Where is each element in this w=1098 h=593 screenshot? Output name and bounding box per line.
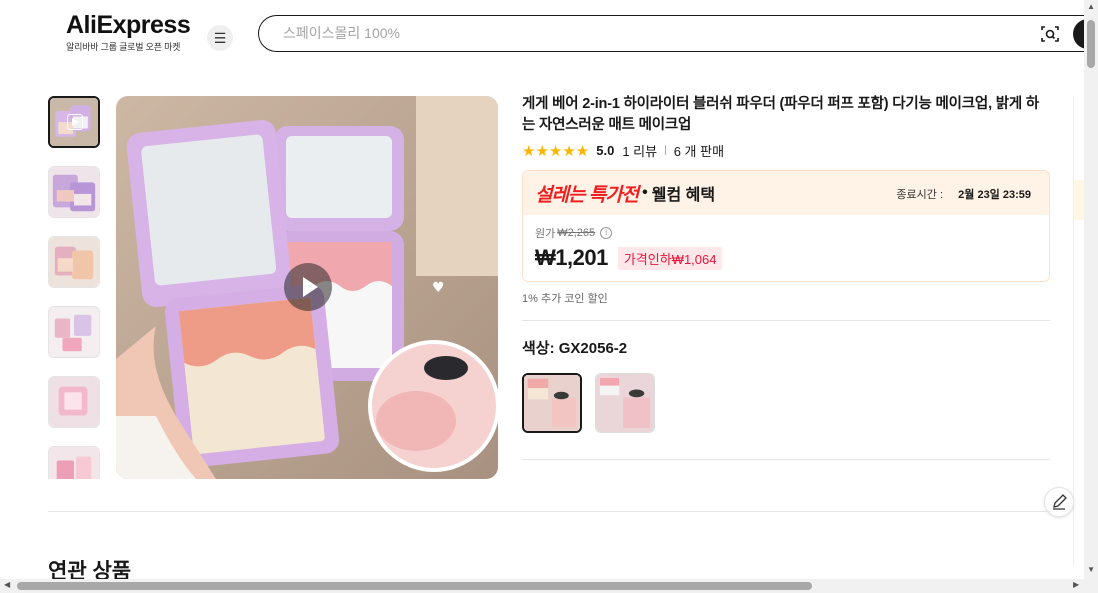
horizontal-scroll-thumb[interactable] [17, 582, 812, 590]
play-video-button[interactable] [284, 263, 332, 311]
section-divider [48, 511, 1050, 512]
star-rating-icon: ★★★★★ [522, 142, 590, 160]
divider [522, 320, 1050, 321]
edit-button[interactable] [1044, 487, 1074, 517]
swatch-image [524, 375, 580, 431]
original-price-row: 원가 ₩2,265 i [535, 225, 1037, 241]
side-panel-highlight [1074, 180, 1084, 220]
coin-discount-text: 1% 추가 코인 할인 [522, 293, 608, 305]
thumbnail-image [49, 237, 99, 287]
thumbnail-5[interactable] [48, 376, 100, 428]
scroll-down-icon[interactable]: ▼ [1087, 565, 1095, 574]
promo-header: 설레는 특가전 • 웰컴 혜택 종료시간 : 2월 23일 23:59 [523, 171, 1049, 215]
search-input[interactable] [283, 25, 983, 41]
original-price: ₩2,265 [557, 227, 596, 239]
separator: | [664, 145, 667, 156]
search-bar [258, 15, 1098, 52]
thumbnail-image [49, 377, 99, 427]
thumbnail-video[interactable] [48, 96, 100, 148]
promo-name: 설레는 특가전 [535, 184, 639, 206]
camera-search-icon[interactable] [1040, 24, 1060, 44]
scroll-left-icon[interactable]: ◀ [4, 580, 10, 589]
product-info: 게게 베어 2-in-1 하이라이터 블러쉬 파우더 (파우더 퍼프 포함) 다… [522, 94, 1050, 460]
discount-badge: 가격인하₩1,064 [617, 246, 723, 270]
thumbnail-2[interactable] [48, 166, 100, 218]
color-option-2[interactable] [595, 373, 655, 433]
price-row: ₩1,201 가격인하₩1,064 [535, 245, 1037, 271]
price-section: 원가 ₩2,265 i ₩1,201 가격인하₩1,064 [523, 215, 1049, 281]
thumbnail-list [48, 96, 102, 479]
rating-score: 5.0 [596, 143, 615, 158]
menu-button[interactable]: ☰ [207, 25, 233, 51]
promo-box: 설레는 특가전 • 웰컴 혜택 종료시간 : 2월 23일 23:59 원가 ₩… [522, 170, 1050, 282]
promo-dot: • [642, 184, 648, 201]
svg-text:♥: ♥ [432, 280, 445, 296]
swatch-image [596, 374, 654, 432]
menu-icon: ☰ [213, 29, 227, 46]
sold-count: 6 개 판매 [673, 144, 725, 159]
product-page: AliExpress 알리바바 그룹 글로벌 오픈 마켓 ☰ 스페이스몰리 10… [0, 0, 1098, 593]
product-title: 게게 베어 2-in-1 하이라이터 블러쉬 파우더 (파우더 퍼프 포함) 다… [522, 96, 1039, 133]
thumbnail-image [49, 307, 99, 357]
original-price-label: 원가 [535, 228, 556, 240]
thumbnail-image [49, 447, 99, 479]
thumbnail-image [49, 167, 99, 217]
review-count-link[interactable]: 1 리뷰 [622, 141, 657, 160]
current-price: ₩1,201 [535, 245, 608, 270]
thumbnail-4[interactable] [48, 306, 100, 358]
promo-welcome: 웰컴 혜택 [651, 187, 716, 204]
scroll-up-icon[interactable]: ▲ [1087, 2, 1095, 11]
horizontal-scrollbar[interactable]: ◀ ▶ [0, 579, 1098, 593]
logo-subtitle: 알리바바 그룹 글로벌 오픈 마켓 [66, 42, 181, 52]
promo-end-time: 2월 23일 23:59 [958, 189, 1031, 201]
promo-end-label: 종료시간 : [896, 189, 943, 201]
color-swatches [522, 373, 1050, 433]
vertical-scrollbar[interactable]: ▲ ▼ [1084, 0, 1098, 579]
divider [522, 459, 1050, 460]
thumbnail-3[interactable] [48, 236, 100, 288]
side-panel-edge [1073, 96, 1084, 566]
scroll-right-icon[interactable]: ▶ [1073, 580, 1079, 589]
main-product-image[interactable]: ♥ [116, 96, 498, 479]
play-icon [67, 114, 83, 130]
logo-text: AliExpress [66, 11, 191, 39]
info-icon[interactable]: i [600, 227, 613, 239]
thumbnail-6[interactable] [48, 446, 100, 479]
vertical-scroll-thumb[interactable] [1087, 20, 1095, 68]
color-label: 색상: GX2056-2 [522, 340, 628, 357]
color-option-1[interactable] [522, 373, 582, 433]
rating-row: ★★★★★ 5.0 1 리뷰 | 6 개 판매 [522, 141, 1050, 160]
aliexpress-logo[interactable]: AliExpress 알리바바 그룹 글로벌 오픈 마켓 [66, 11, 191, 53]
